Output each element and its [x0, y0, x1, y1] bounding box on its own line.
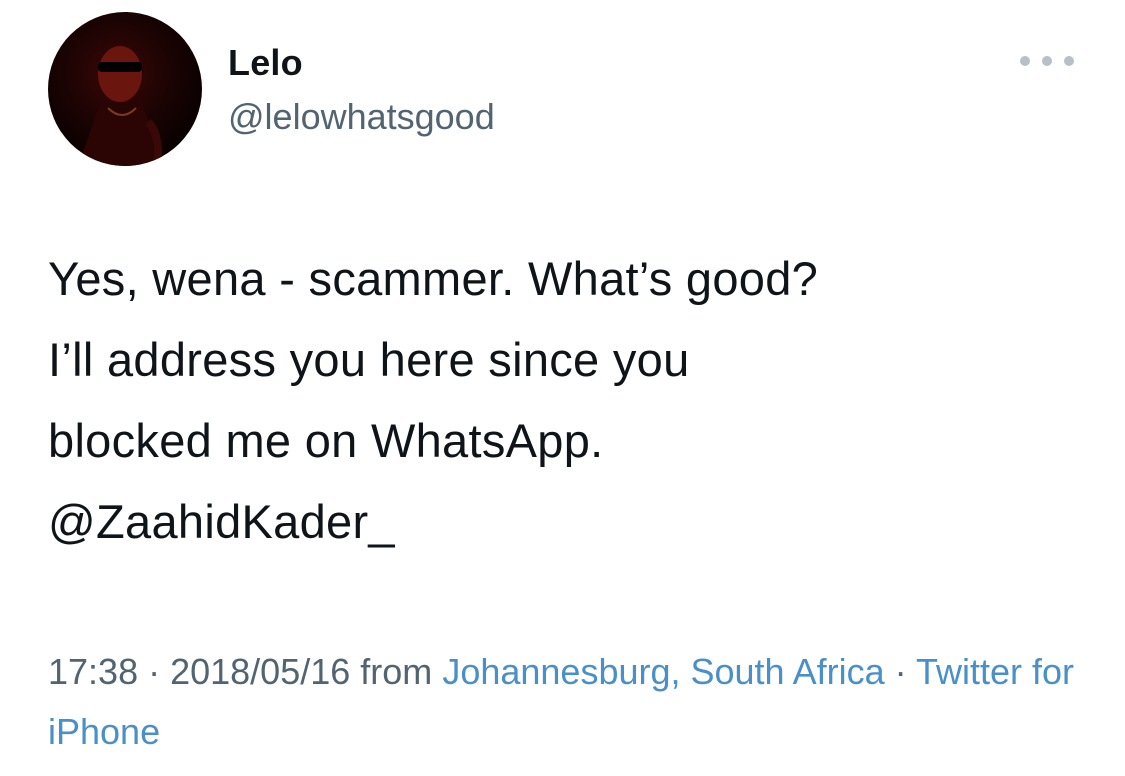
- tweet-text: Yes, wena - scammer. What’s good? I’ll a…: [48, 238, 1088, 562]
- author-display-name[interactable]: Lelo: [228, 42, 303, 84]
- avatar-image: [78, 46, 166, 166]
- more-dot: [1064, 56, 1074, 66]
- tweet-time: 17:38: [48, 651, 139, 692]
- tweet-text-line: I’ll address you here since you: [48, 333, 690, 386]
- mention-link[interactable]: @ZaahidKader_: [48, 495, 395, 548]
- tweet-text-line: Yes, wena - scammer. What’s good?: [48, 252, 819, 305]
- location-link[interactable]: Johannesburg, South Africa: [442, 651, 884, 692]
- more-dot: [1042, 56, 1052, 66]
- from-label: from: [360, 651, 433, 692]
- more-dot: [1020, 56, 1030, 66]
- tweet-text-line: blocked me on WhatsApp.: [48, 414, 604, 467]
- avatar[interactable]: [48, 12, 202, 166]
- meta-separator: ·: [884, 651, 916, 692]
- more-options-icon[interactable]: [1020, 46, 1074, 76]
- meta-separator: ·: [138, 651, 171, 692]
- tweet-meta: 17:38 · 2018/05/16 from Johannesburg, So…: [48, 642, 1078, 762]
- tweet-card: Lelo @lelowhatsgood Yes, wena - scammer.…: [0, 0, 1125, 776]
- author-handle[interactable]: @lelowhatsgood: [228, 96, 495, 138]
- tweet-date: 2018/05/16: [170, 651, 351, 692]
